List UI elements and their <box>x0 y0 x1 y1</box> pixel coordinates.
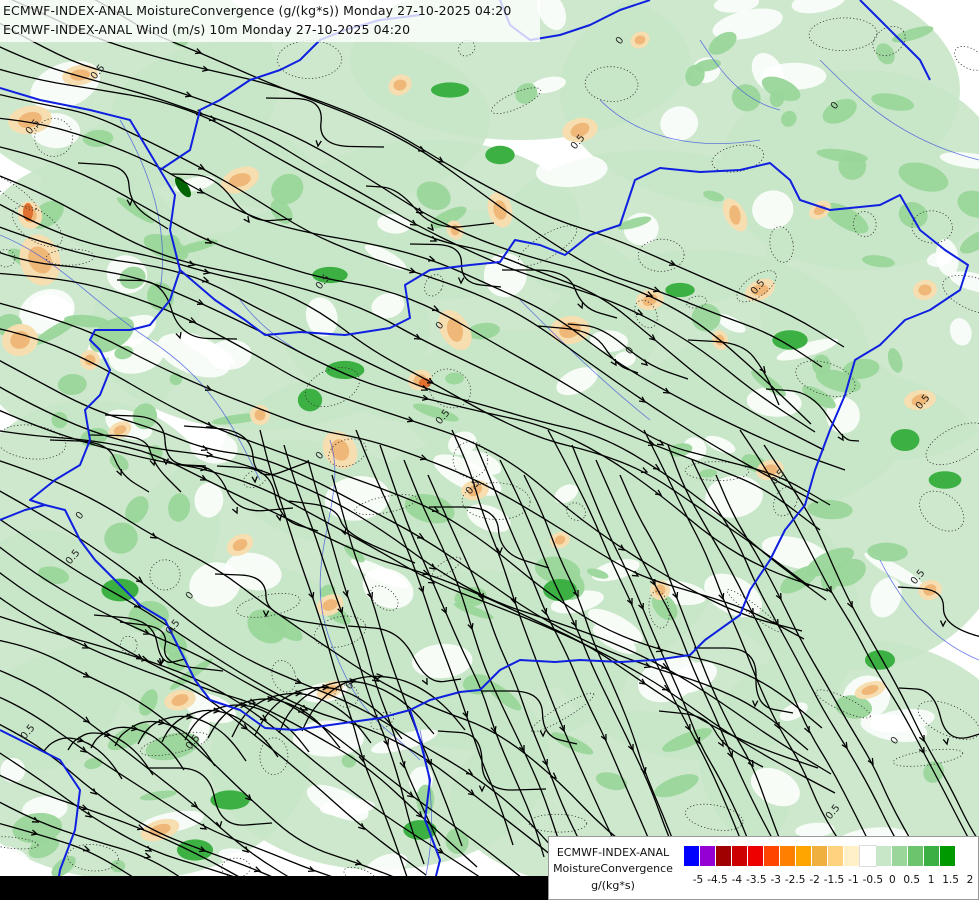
legend-swatch <box>940 846 956 866</box>
legend-tick-label: -4.5 <box>707 874 728 886</box>
moisture-convergence-title: ECMWF-INDEX-ANAL MoistureConvergence (g/… <box>3 3 512 18</box>
legend-unit: g/(kg*s) <box>591 879 635 892</box>
legend-color-swatches <box>684 845 956 867</box>
legend-tick-label: -3 <box>770 874 781 886</box>
legend-tick-label: -4 <box>731 874 743 886</box>
legend-tick-label: 1 <box>927 874 935 886</box>
legend-swatch <box>748 846 764 866</box>
weather-map: 00.50.500.50.500.500.50.500.50.500.50.50… <box>0 0 979 900</box>
legend-model-name: ECMWF-INDEX-ANAL <box>556 846 670 859</box>
legend-parameter-name: MoistureConvergence <box>553 862 673 875</box>
legend-swatch <box>908 846 924 866</box>
legend-swatch <box>828 846 844 866</box>
legend-swatch <box>924 846 940 866</box>
legend-tick-label: -5 <box>692 874 704 886</box>
convergence-core <box>485 145 515 165</box>
legend-swatch <box>796 846 812 866</box>
legend-tick-label: -2 <box>809 874 820 886</box>
convergence-core <box>864 650 896 670</box>
legend-tick-label: -0.5 <box>862 874 884 886</box>
map-title-panel: ECMWF-INDEX-ANAL MoistureConvergence (g/… <box>0 0 540 42</box>
legend-tick-label: -3.5 <box>746 874 767 886</box>
legend-swatch <box>876 846 892 866</box>
legend-tick-label: -1 <box>848 874 859 886</box>
color-legend: ECMWF-INDEX-ANAL MoistureConvergence g/(… <box>548 836 979 900</box>
convergence-core <box>297 388 323 412</box>
legend-swatch <box>764 846 780 866</box>
moisture-convergence-field <box>0 0 979 893</box>
legend-tick-label: 2 <box>966 874 974 886</box>
legend-swatch <box>700 846 716 866</box>
convergence-core <box>890 428 920 452</box>
convergence-core <box>928 471 962 489</box>
legend-swatch <box>780 846 796 866</box>
legend-tick-label: 0.5 <box>903 874 921 886</box>
convergence-core <box>430 82 470 98</box>
wind-title: ECMWF-INDEX-ANAL Wind (m/s) 10m Monday 2… <box>3 22 411 37</box>
legend-tick-label: 0 <box>888 874 896 886</box>
legend-swatch <box>844 846 860 866</box>
legend-tick-label: -1.5 <box>823 874 845 886</box>
legend-swatch <box>892 846 908 866</box>
legend-swatch <box>812 846 828 866</box>
legend-swatch <box>859 845 877 867</box>
legend-tick-labels: -5 -4.5 -4 -3.5 -3 -2.5 -2 -1.5 -1 -0.5 0 0.5 1 1.5 2 <box>684 874 974 890</box>
legend-swatch <box>716 846 732 866</box>
bottom-black-strip <box>0 876 548 900</box>
legend-swatch <box>732 846 748 866</box>
legend-swatch <box>684 846 700 866</box>
legend-tick-label: -2.5 <box>784 874 806 886</box>
legend-tick-label: 1.5 <box>942 874 959 886</box>
